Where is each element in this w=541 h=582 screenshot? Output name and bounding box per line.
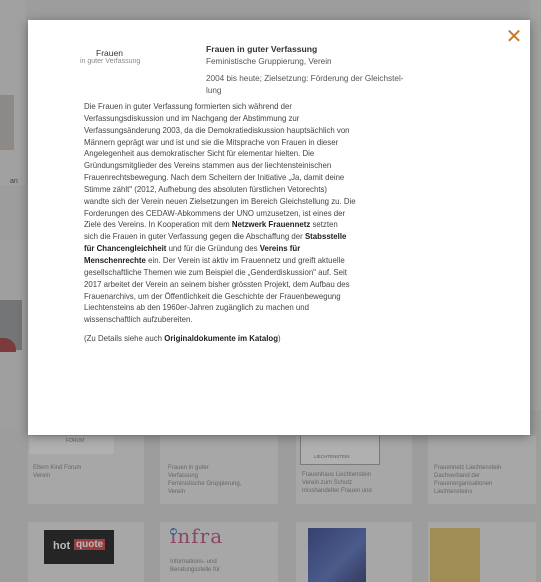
description-line: gesellschaftliche Themen wie zum Beispie… [84,267,347,277]
description-line: Menschenrechte ein. Der Verein ist aktiv… [84,255,452,267]
description-line: Stimme zählt" (2012, Aufhebung des absol… [84,184,328,194]
organization-name: Frauen in guter Verfassung [206,44,318,54]
description-line: Angelegenheit aus demokratischer Sicht f… [84,149,315,159]
link-menschenrechte[interactable]: Menschenrechte [84,256,146,265]
organization-type: Feministische Gruppierung, Verein [206,56,332,66]
description-line: für Chancengleichheit und für die Gründu… [84,243,452,255]
details-suffix: ) [277,334,281,344]
description-text: ein. Der Verein ist aktiv im Frauennetz … [148,255,345,265]
description-line: Verfassungsänderung 2003, da die Demokra… [84,125,350,135]
details-line: (Zu Details siehe auch Originaldokumente… [84,333,452,345]
description-line: sich die Frauen in guter Verfassung gege… [84,231,452,243]
link-stabsstelle[interactable]: Stabsstelle [305,232,346,241]
description-line: 2017 arbeitet der Verein an seinem bishe… [84,279,350,289]
description-line: Die Frauen in guter Verfassung formierte… [84,102,292,111]
link-vereins-fuer[interactable]: Vereins für [260,244,301,253]
link-originaldokumente-im-katalog[interactable]: Originaldokumente im Katalog [164,334,278,343]
organization-since-line-1: 2004 bis heute; Zielsetzung: Förderung d… [206,74,404,83]
organization-header: Frauen in guter Verfassung Feministische… [206,44,506,96]
organization-logo: Frauen in guter Verfassung [80,48,166,78]
description-text: setzten [312,220,338,230]
description-line: Gründungsmitglieder des Vereins stammen … [84,161,332,171]
link-netzwerk-frauennetz[interactable]: Netzwerk Frauennetz [232,220,310,229]
logo-word-frauen: Frauen [96,48,123,58]
description-line: wissenschaftlich aufzubereiten. [84,315,193,325]
description-line: Liechtensteins ab den 1960er-Jahren zugä… [84,303,310,313]
description-text: und für die Gründung des [168,244,258,254]
organization-description: Die Frauen in guter Verfassung formierte… [84,101,452,345]
description-text: sich die Frauen in guter Verfassung gege… [84,232,303,242]
link-chancengleichheit[interactable]: für Chancengleichheit [84,244,166,253]
close-icon[interactable]: ✕ [503,26,525,48]
organization-detail-modal: ✕ Frauen in guter Verfassung Frauen in g… [28,20,530,435]
description-line: Verfassungsdiskussion und im Nachgang de… [84,113,300,123]
description-line: Ziele des Vereins. In Kooperation mit de… [84,219,452,231]
description-line: Männern geprägt war und ist und sie die … [84,137,339,147]
description-text: Ziele des Vereins. In Kooperation mit de… [84,220,230,230]
organization-since-line-2: lung [206,85,222,95]
description-line: Frauenarchivs, um der Öffentlichkeit die… [84,291,341,301]
logo-word-subtitle: in guter Verfassung [80,58,141,65]
details-prefix: (Zu Details siehe auch [84,334,163,344]
description-line: Forderungen des CEDAW-Abkommens der UNO … [84,208,346,218]
description-line: wandte sich der Verein neuen Zielsetzung… [84,196,356,206]
description-line: Frauenrechtsbewegung. Nach dem Scheitern… [84,173,345,183]
